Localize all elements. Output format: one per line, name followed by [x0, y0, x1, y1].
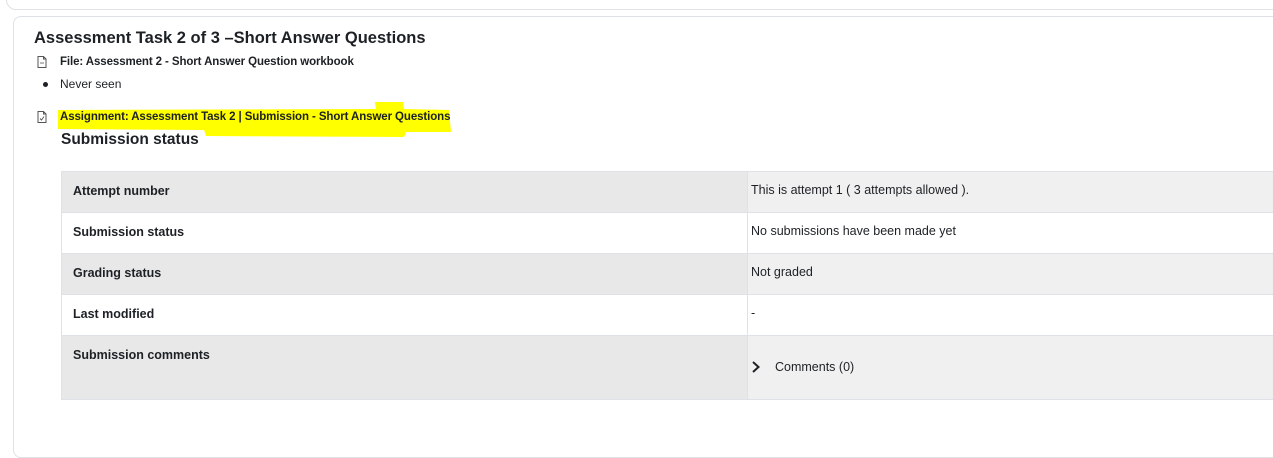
row-value: - [748, 295, 1273, 336]
bullet-icon [43, 82, 48, 87]
table-row: Submission status No submissions have be… [62, 213, 1273, 254]
row-label: Submission status [62, 213, 748, 254]
submission-status-table: Attempt number This is attempt 1 ( 3 att… [61, 171, 1273, 400]
row-label: Last modified [62, 295, 748, 336]
file-activity-link[interactable]: File: Assessment 2 - Short Answer Questi… [60, 56, 354, 68]
assignment-activity[interactable]: Assignment: Assessment Task 2 | Submissi… [36, 108, 450, 126]
completion-status: Never seen [60, 77, 121, 91]
section-title: Assessment Task 2 of 3 –Short Answer Que… [34, 29, 426, 48]
row-value: This is attempt 1 ( 3 attempts allowed )… [748, 172, 1273, 213]
file-icon [36, 55, 48, 69]
row-value: Comments (0) [748, 336, 1273, 400]
assignment-activity-link[interactable]: Assignment: Assessment Task 2 | Submissi… [60, 111, 450, 123]
table-row: Last modified - [62, 295, 1273, 336]
completion-item: Never seen [43, 77, 121, 91]
chevron-right-icon [751, 361, 761, 373]
table-row: Grading status Not graded [62, 254, 1273, 295]
row-value: No submissions have been made yet [748, 213, 1273, 254]
assignment-icon [36, 110, 48, 124]
table-row: Submission comments Comments (0) [62, 336, 1273, 400]
comments-toggle[interactable]: Comments (0) [751, 360, 854, 374]
completion-list: Never seen [43, 77, 121, 91]
row-label: Submission comments [62, 336, 748, 400]
row-value: Not graded [748, 254, 1273, 295]
row-label: Grading status [62, 254, 748, 295]
comments-toggle-label: Comments (0) [775, 360, 854, 374]
row-label: Attempt number [62, 172, 748, 213]
submission-status-heading: Submission status [61, 131, 199, 149]
table-row: Attempt number This is attempt 1 ( 3 att… [62, 172, 1273, 213]
previous-section-card [6, 0, 1273, 10]
file-activity[interactable]: File: Assessment 2 - Short Answer Questi… [36, 53, 354, 71]
